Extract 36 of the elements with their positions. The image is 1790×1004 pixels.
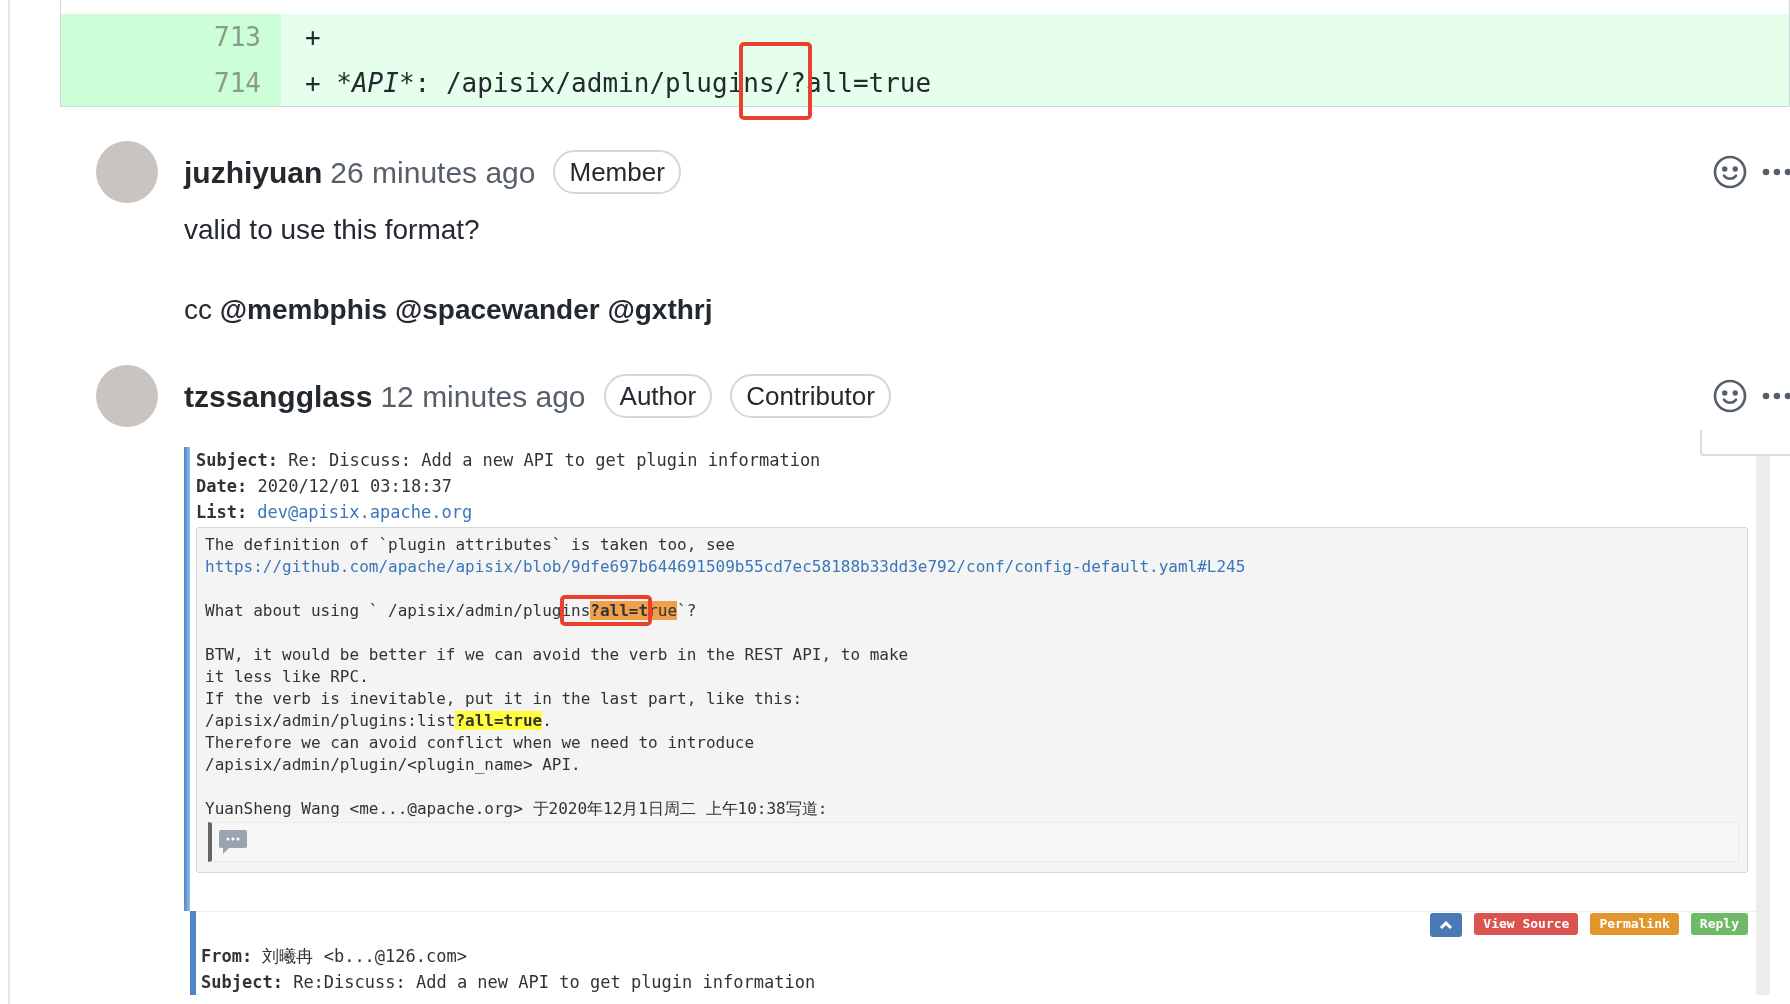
email-header-label: List: [196, 501, 248, 524]
email-link[interactable]: dev@apisix.apache.org [257, 499, 473, 525]
smiley-icon[interactable] [1712, 154, 1748, 190]
quote-link[interactable]: https://github.com/apache/apisix/blob/9dfe697b644691509b55cd7ec58188b33dd3e792/conf/config-default.yaml#L245 [205, 556, 1246, 578]
comment-text: cc @membphis @spacewander @gxthrj [184, 293, 714, 327]
author-name[interactable]: juzhiyuan [184, 149, 323, 195]
quote-line: it less like RPC. [205, 666, 369, 688]
line-number: 714 [61, 60, 281, 106]
smiley-icon[interactable] [1712, 378, 1748, 414]
email-header: Subject: Re:Discuss: Add a new API to get plugin information [201, 971, 816, 994]
comment-time[interactable]: 12 minutes ago [380, 373, 586, 419]
quote-line: If the verb is inevitable, put it in the last part, like this: [205, 688, 803, 710]
role-badge: Contributor [730, 374, 891, 418]
quote-line: BTW, it would be better if we can avoid the verb in the REST API, to make [205, 644, 909, 666]
quote-line: Therefore we can avoid conflict when we need to introduce [205, 732, 755, 754]
email-header: From: 刘曦冉 <b...@126.com> [201, 945, 467, 968]
action-button[interactable]: Permalink [1590, 913, 1679, 935]
role-badge: Member [553, 150, 681, 194]
scroll-up-button[interactable] [1430, 913, 1463, 937]
quote-line: The definition of `plugin attributes` is taken too, see [205, 534, 735, 556]
author-name[interactable]: tzssangglass [184, 373, 373, 419]
code-line: + [305, 20, 321, 54]
comment-text: valid to use this format? [184, 213, 481, 247]
quote-line: YuanSheng Wang <me...@apache.org> 于2020年12月1日周二 上午10:38写道: [205, 798, 828, 820]
quote-bubble-icon[interactable] [218, 829, 248, 855]
comment-time[interactable]: 26 minutes ago [330, 149, 536, 195]
action-button[interactable]: View Source [1474, 913, 1579, 935]
quote-line: /apisix/admin/plugin/<plugin_name> API. [205, 754, 581, 776]
more-options-icon[interactable] [1762, 392, 1790, 400]
email-header: Subject: Re: Discuss: Add a new API to get plugin information [196, 449, 821, 472]
quote-line: /apisix/admin/plugins:list?all=true. [205, 710, 552, 732]
more-options-icon[interactable] [1762, 168, 1790, 176]
chevron-up-icon [1439, 920, 1454, 930]
line-number: 713 [61, 14, 281, 60]
email-header: Date: 2020/12/01 03:18:37 [196, 475, 452, 498]
role-badge: Author [603, 374, 713, 418]
